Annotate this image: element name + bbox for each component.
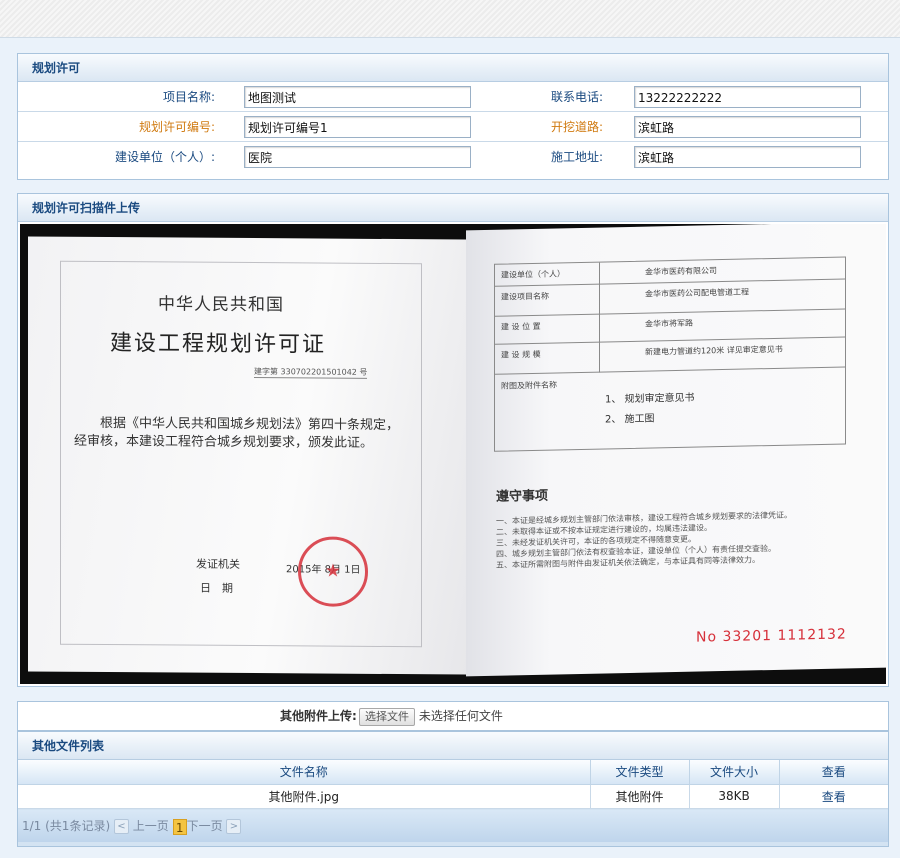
other-files-title: 其他文件列表 <box>18 732 888 760</box>
files-table: 文件名称 文件类型 文件大小 查看 其他附件.jpg 其他附件 38KB 查看 <box>18 760 888 809</box>
notes-title: 遵守事项 <box>496 488 549 505</box>
other-upload-label: 其他附件上传: <box>280 709 357 723</box>
table-key: 建设项目名称 <box>501 291 549 302</box>
site-address-label: 施工地址: <box>550 150 603 164</box>
permit-serial: No 33201 1112132 <box>696 626 847 646</box>
permit-number-input[interactable]: 规划许可编号1 <box>244 116 471 138</box>
table-key: 建设单位（个人） <box>501 269 565 280</box>
table-header-row: 文件名称 文件类型 文件大小 查看 <box>18 760 888 785</box>
file-picker: 选择文件 未选择任何文件 <box>359 702 503 730</box>
permit-title: 建设工程规划许可证 <box>110 331 327 358</box>
permit-number: 建字第 330702201501042 号 <box>254 366 368 379</box>
file-type-cell: 其他附件 <box>590 784 690 809</box>
table-value: 金华市将军路 <box>645 318 693 329</box>
other-files-panel: 其他文件列表 文件名称 文件类型 文件大小 查看 其他附件.jpg 其他附件 3… <box>17 731 889 847</box>
form-row-1: 项目名称: 地图测试 联系电话: 13222222222 <box>18 82 888 112</box>
date-label: 日 期 <box>200 581 233 595</box>
table-row: 其他附件.jpg 其他附件 38KB 查看 <box>18 784 888 809</box>
column-header-type: 文件类型 <box>590 760 690 785</box>
prev-page-icon[interactable]: < <box>113 819 129 834</box>
official-seal-icon: ★ <box>298 536 368 607</box>
phone-input[interactable]: 13222222222 <box>634 86 861 108</box>
column-header-view: 查看 <box>779 760 888 785</box>
attachment-item: 1、 规划审定意见书 <box>605 392 695 406</box>
table-key: 建 设 位 置 <box>501 321 541 332</box>
road-label: 开挖道路: <box>550 120 603 134</box>
planning-permit-title: 规划许可 <box>18 54 888 82</box>
permit-project-table: 建设单位（个人） 金华市医药有限公司 建设项目名称 金华市医药公司配电管道工程 … <box>494 256 846 452</box>
file-size-cell: 38KB <box>689 784 780 809</box>
permit-body: 根据《中华人民共和国城乡规划法》第四十条规定，经审核，本建设工程符合城乡规划要求… <box>74 415 400 451</box>
view-cell: 查看 <box>779 784 888 809</box>
site-address-input[interactable]: 滨虹路 <box>634 146 861 168</box>
builder-input[interactable]: 医院 <box>244 146 471 168</box>
prev-page-link[interactable]: 上一页 <box>133 819 169 833</box>
permit-number-label: 规划许可编号: <box>138 120 215 134</box>
permit-country: 中华人民共和国 <box>158 294 284 316</box>
file-status-text: 未选择任何文件 <box>418 709 503 723</box>
permit-left-frame <box>60 260 422 648</box>
form-row-2: 规划许可编号: 规划许可编号1 开挖道路: 滨虹路 <box>18 112 888 142</box>
permit-scan-image[interactable]: 中华人民共和国 建设工程规划许可证 建字第 330702201501042 号 … <box>20 224 886 684</box>
next-page-icon[interactable]: > <box>226 819 242 834</box>
planning-permit-panel: 规划许可 项目名称: 地图测试 联系电话: 13222222222 规划许可编号… <box>17 53 889 180</box>
scan-upload-panel: 规划许可扫描件上传 中华人民共和国 建设工程规划许可证 建字第 33070220… <box>17 193 889 687</box>
builder-label: 建设单位（个人）: <box>114 150 215 164</box>
choose-file-button[interactable]: 选择文件 <box>359 707 415 726</box>
project-name-label: 项目名称: <box>162 90 215 104</box>
permit-right-page: 建设单位（个人） 金华市医药有限公司 建设项目名称 金华市医药公司配电管道工程 … <box>466 224 886 677</box>
table-key: 建 设 规 模 <box>501 349 541 360</box>
project-name-input[interactable]: 地图测试 <box>244 86 471 108</box>
road-input[interactable]: 滨虹路 <box>634 116 861 138</box>
issuer-label: 发证机关 <box>196 557 240 571</box>
view-file-link[interactable]: 查看 <box>822 790 846 804</box>
form-row-3: 建设单位（个人）: 医院 施工地址: 滨虹路 <box>18 142 888 172</box>
current-page-number[interactable]: 1 <box>172 818 187 835</box>
pagination: 1/1 (共1条记录) < 上一页 1 下一页 > <box>18 810 888 842</box>
table-value: 新建电力管道约120米 详见审定意见书 <box>645 344 783 357</box>
notes-list: 一、本证是经城乡规划主管部门依法审核，建设工程符合城乡规划要求的法律凭证。 二、… <box>496 508 846 570</box>
phone-label: 联系电话: <box>550 90 603 104</box>
other-upload-row: 其他附件上传: 选择文件 未选择任何文件 <box>17 701 889 731</box>
pagination-summary: 1/1 (共1条记录) <box>22 819 111 833</box>
table-value: 金华市医药公司配电管道工程 <box>645 287 749 299</box>
attachments-label: 附图及附件名称 <box>501 380 557 391</box>
scan-upload-title: 规划许可扫描件上传 <box>18 194 888 222</box>
next-page-link[interactable]: 下一页 <box>187 819 223 833</box>
file-name-cell: 其他附件.jpg <box>18 784 591 809</box>
table-row: 建 设 规 模 新建电力管道约120米 详见审定意见书 <box>495 337 845 375</box>
column-header-size: 文件大小 <box>689 760 780 785</box>
table-value: 金华市医药有限公司 <box>645 266 717 277</box>
permit-left-page: 中华人民共和国 建设工程规划许可证 建字第 330702201501042 号 … <box>28 236 466 675</box>
top-banner <box>0 0 900 38</box>
attachment-item: 2、 施工图 <box>605 413 655 426</box>
column-header-name: 文件名称 <box>18 760 591 785</box>
